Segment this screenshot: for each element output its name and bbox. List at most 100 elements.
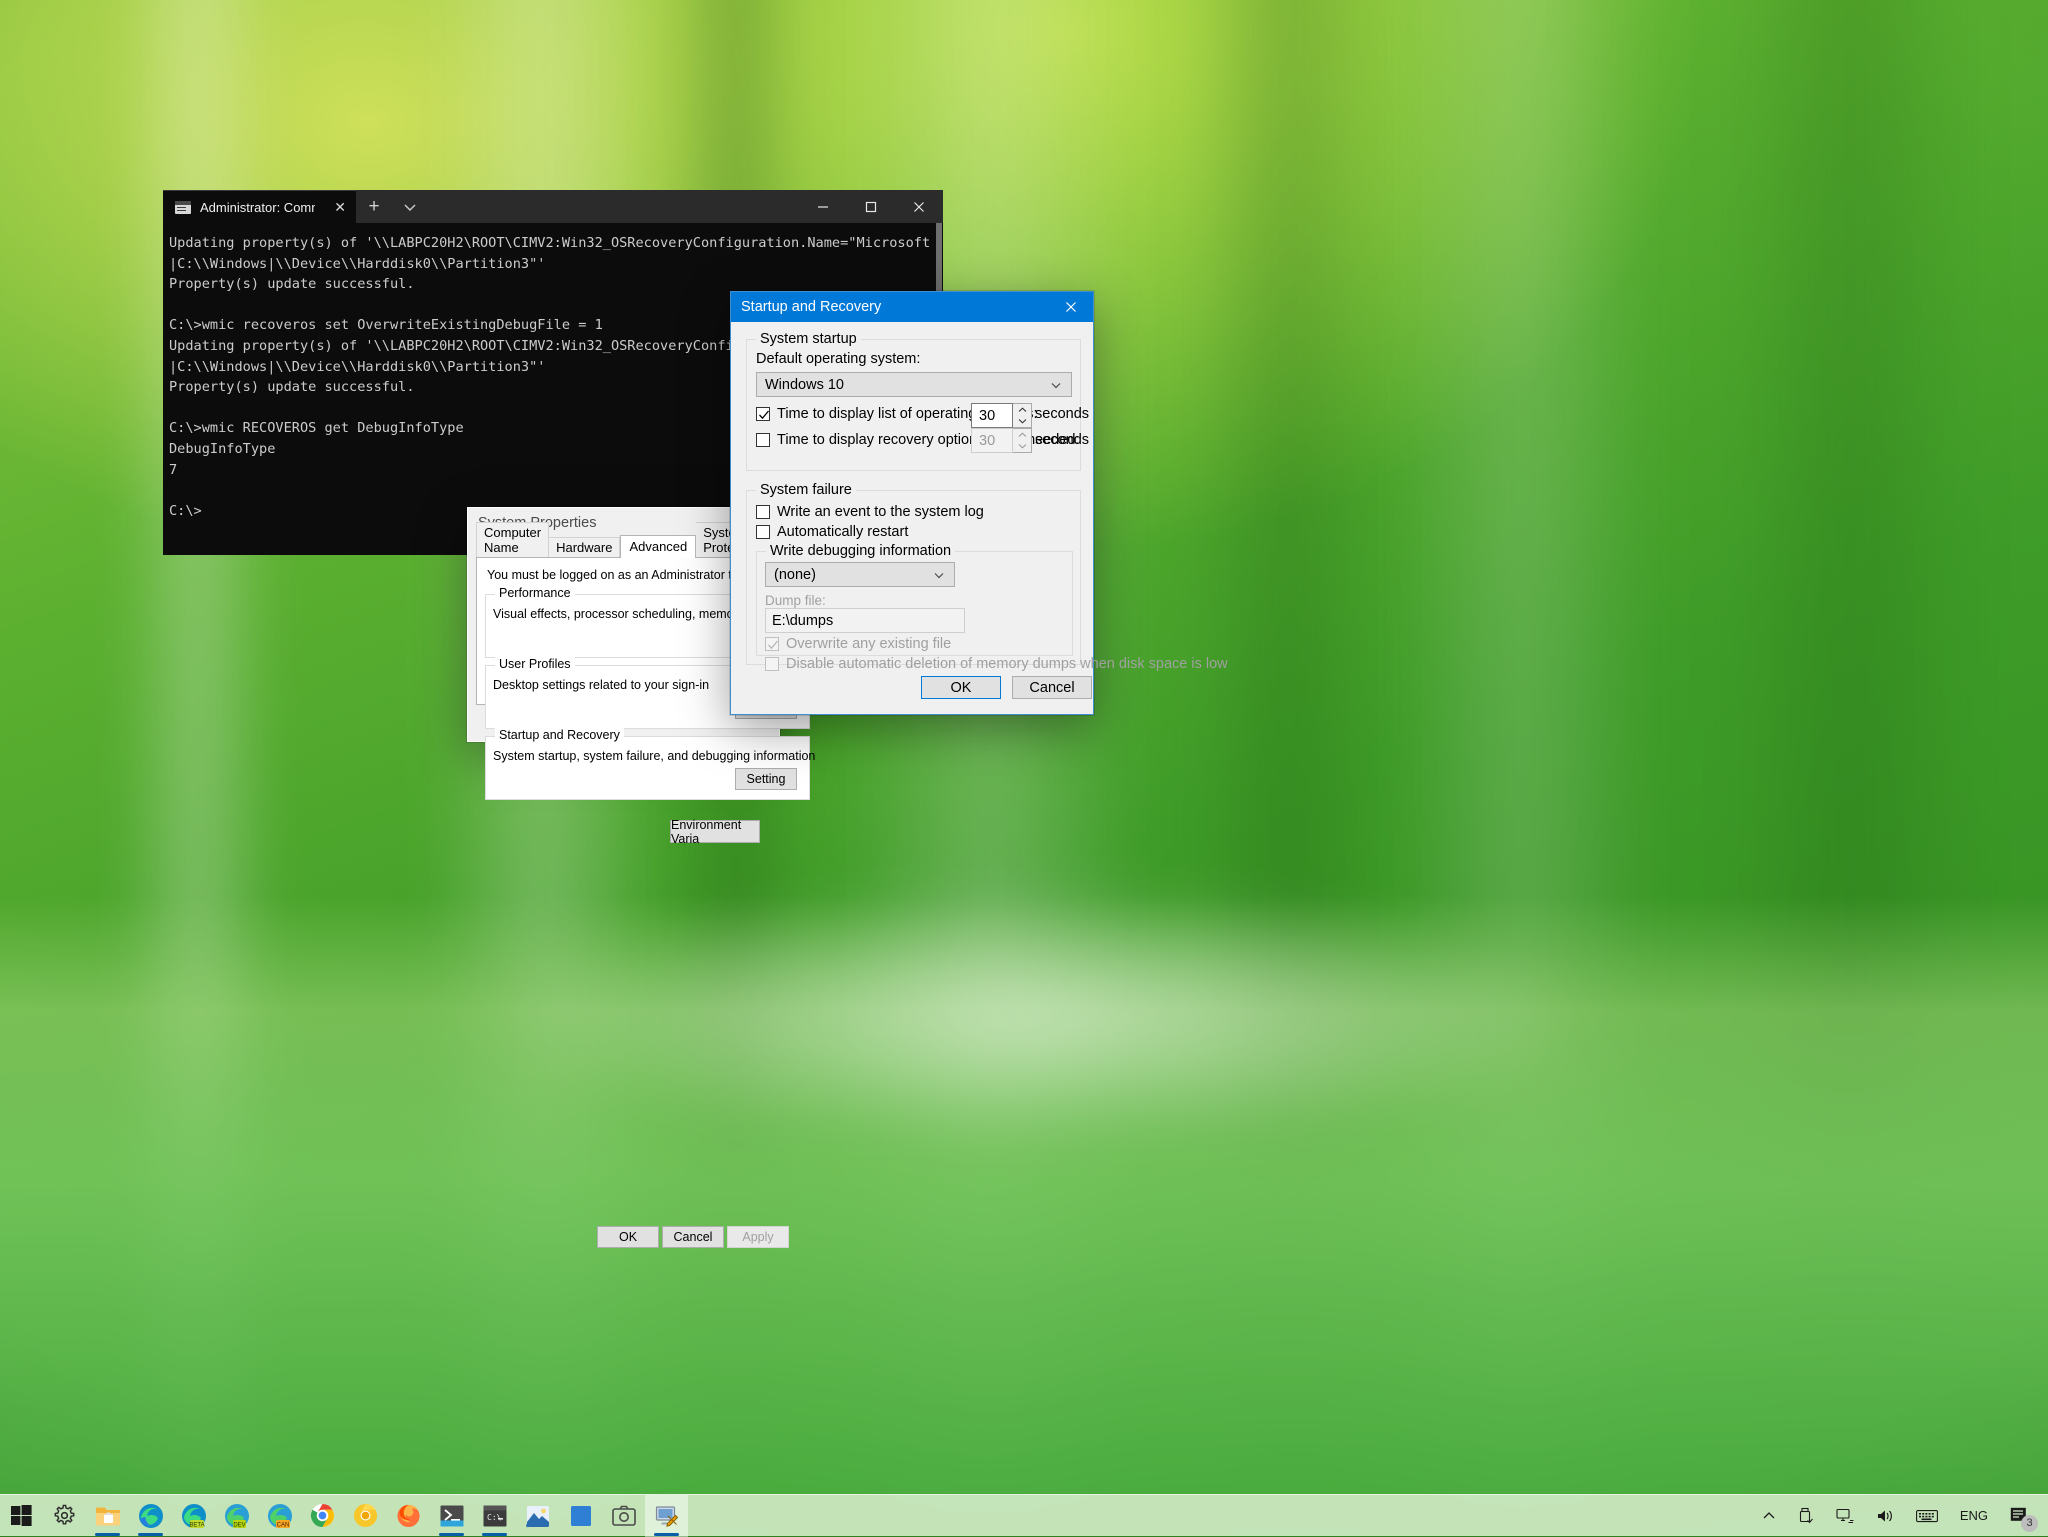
settings-button[interactable] [43, 1495, 86, 1537]
overwrite-existing-file-label: Overwrite any existing file [786, 636, 952, 652]
camera-icon [611, 1505, 636, 1526]
close-tab-icon[interactable]: ✕ [324, 199, 356, 216]
photos-button[interactable] [516, 1495, 559, 1537]
powershell-button[interactable] [430, 1495, 473, 1537]
edge-dev-icon: DEV [224, 1503, 249, 1528]
close-icon[interactable] [1048, 292, 1093, 322]
system-properties-cancel-button[interactable]: Cancel [662, 1226, 724, 1248]
time-to-display-recovery-stepper[interactable]: 30 [971, 428, 1032, 453]
edge-dev-button[interactable]: DEV [215, 1495, 258, 1537]
tab-computer-name[interactable]: Computer Name [476, 522, 550, 558]
terminal-tab-label: Administrator: Command Prom [200, 199, 315, 215]
stepper-up-icon[interactable] [1013, 404, 1031, 416]
file-explorer-button[interactable] [86, 1495, 129, 1537]
tab-advanced[interactable]: Advanced [620, 535, 697, 558]
startup-recovery-titlebar[interactable]: Startup and Recovery [731, 292, 1093, 322]
powershell-icon [440, 1505, 463, 1526]
app-button[interactable] [559, 1495, 602, 1537]
show-hidden-icons-button[interactable] [1751, 1495, 1787, 1537]
taskbar[interactable]: BETA DEV CAN C:\ ENG 3 [0, 1494, 2048, 1537]
snipping-tool-button[interactable] [602, 1495, 645, 1537]
stepper-down-icon[interactable] [1013, 416, 1031, 428]
volume-icon [1877, 1510, 1892, 1521]
environment-variables-button[interactable]: Environment Varia [670, 818, 760, 846]
automatically-restart-row[interactable]: Automatically restart [756, 524, 908, 540]
folder-icon [95, 1507, 120, 1525]
dump-file-value: E:\dumps [772, 612, 834, 629]
chevron-down-icon [1051, 382, 1061, 388]
user-profiles-group-label: User Profiles [495, 657, 575, 671]
disable-auto-delete-row[interactable]: Disable automatic deletion of memory dum… [765, 656, 1228, 672]
disable-auto-delete-checkbox[interactable] [765, 657, 779, 671]
edge-canary-button[interactable]: CAN [258, 1495, 301, 1537]
performance-group-label: Performance [495, 586, 575, 600]
edge-button[interactable] [129, 1495, 172, 1537]
disable-auto-delete-label: Disable automatic deletion of memory dum… [786, 656, 1228, 672]
language-indicator[interactable]: ENG [1949, 1495, 1999, 1537]
close-icon[interactable] [895, 190, 943, 223]
volume-button[interactable] [1865, 1495, 1905, 1537]
startup-recovery-cancel-button[interactable]: Cancel [1012, 676, 1092, 699]
default-os-combobox[interactable]: Windows 10 [756, 372, 1072, 397]
chevron-down-icon[interactable] [392, 190, 428, 223]
time-to-display-list-value[interactable]: 30 [971, 403, 1013, 428]
taskbar-items[interactable]: BETA DEV CAN C:\ [0, 1494, 688, 1537]
stepper-arrows[interactable] [1013, 403, 1032, 428]
automatically-restart-checkbox[interactable] [756, 525, 770, 539]
command-prompt-icon: C:\ [483, 1505, 506, 1526]
scrollbar-thumb[interactable] [936, 223, 942, 301]
write-event-row[interactable]: Write an event to the system log [756, 504, 984, 520]
stepper-arrows[interactable] [1013, 428, 1032, 453]
system-failure-group: System failure Write an event to the sys… [746, 482, 1228, 672]
system-startup-group-label: System startup [756, 331, 861, 347]
start-button[interactable] [0, 1495, 43, 1537]
window-controls[interactable] [799, 190, 943, 223]
keyboard-button[interactable] [1905, 1495, 1949, 1537]
time-to-display-list-stepper[interactable]: 30 [971, 403, 1032, 428]
firefox-button[interactable] [387, 1495, 430, 1537]
system-properties-button[interactable] [645, 1494, 688, 1537]
svg-text:CAN: CAN [276, 1522, 289, 1528]
dump-file-input[interactable]: E:\dumps [765, 608, 965, 633]
notifications-button[interactable]: 3 [1999, 1495, 2040, 1537]
keyboard-icon [1915, 1509, 1938, 1522]
time-to-display-list-units: seconds [1035, 406, 1090, 422]
time-to-display-list-checkbox[interactable] [756, 407, 770, 421]
startup-and-recovery-dialog[interactable]: Startup and Recovery System startup Defa… [730, 291, 1228, 715]
chrome-button[interactable] [301, 1495, 344, 1537]
user-profiles-description: Desktop settings related to your sign-in [493, 678, 710, 692]
svg-text:BETA: BETA [189, 1522, 204, 1528]
network-icon [1836, 1508, 1854, 1523]
command-prompt-titlebar[interactable]: Administrator: Command Prom ✕ + [163, 190, 943, 223]
dump-type-combobox[interactable]: (none) [765, 562, 955, 587]
tabstrip[interactable]: Computer Name Hardware Advanced System P… [476, 522, 785, 558]
system-properties-apply-button[interactable]: Apply [727, 1226, 789, 1248]
overwrite-existing-file-row[interactable]: Overwrite any existing file [765, 636, 951, 652]
tab-hardware[interactable]: Hardware [549, 537, 621, 558]
overwrite-existing-file-checkbox[interactable] [765, 637, 779, 651]
time-to-display-recovery-value[interactable]: 30 [971, 428, 1013, 453]
maximize-icon[interactable] [847, 190, 895, 223]
stepper-down-icon[interactable] [1013, 441, 1031, 453]
write-event-checkbox[interactable] [756, 505, 770, 519]
startup-recovery-settings-button[interactable]: Setting [735, 768, 797, 790]
usb-eject-button[interactable] [1787, 1495, 1825, 1537]
startup-recovery-ok-button[interactable]: OK [921, 676, 1001, 699]
gear-icon [54, 1504, 75, 1525]
command-prompt-button[interactable]: C:\ [473, 1495, 516, 1537]
system-properties-ok-button[interactable]: OK [597, 1226, 659, 1248]
svg-text:C:\: C:\ [487, 1513, 502, 1522]
edge-beta-button[interactable]: BETA [172, 1495, 215, 1537]
chrome-canary-button[interactable] [344, 1495, 387, 1537]
stepper-up-icon[interactable] [1013, 429, 1031, 441]
minimize-icon[interactable] [799, 190, 847, 223]
time-to-display-recovery-checkbox[interactable] [756, 433, 770, 447]
terminal-tab[interactable]: Administrator: Command Prom ✕ [163, 190, 356, 223]
startup-recovery-description: System startup, system failure, and debu… [493, 749, 816, 763]
new-tab-icon[interactable]: + [356, 190, 392, 223]
system-tray[interactable]: ENG 3 [1751, 1495, 2048, 1537]
chevron-down-icon [934, 572, 944, 578]
edge-icon [138, 1503, 163, 1528]
running-indicator [654, 1532, 679, 1536]
network-button[interactable] [1825, 1495, 1865, 1537]
